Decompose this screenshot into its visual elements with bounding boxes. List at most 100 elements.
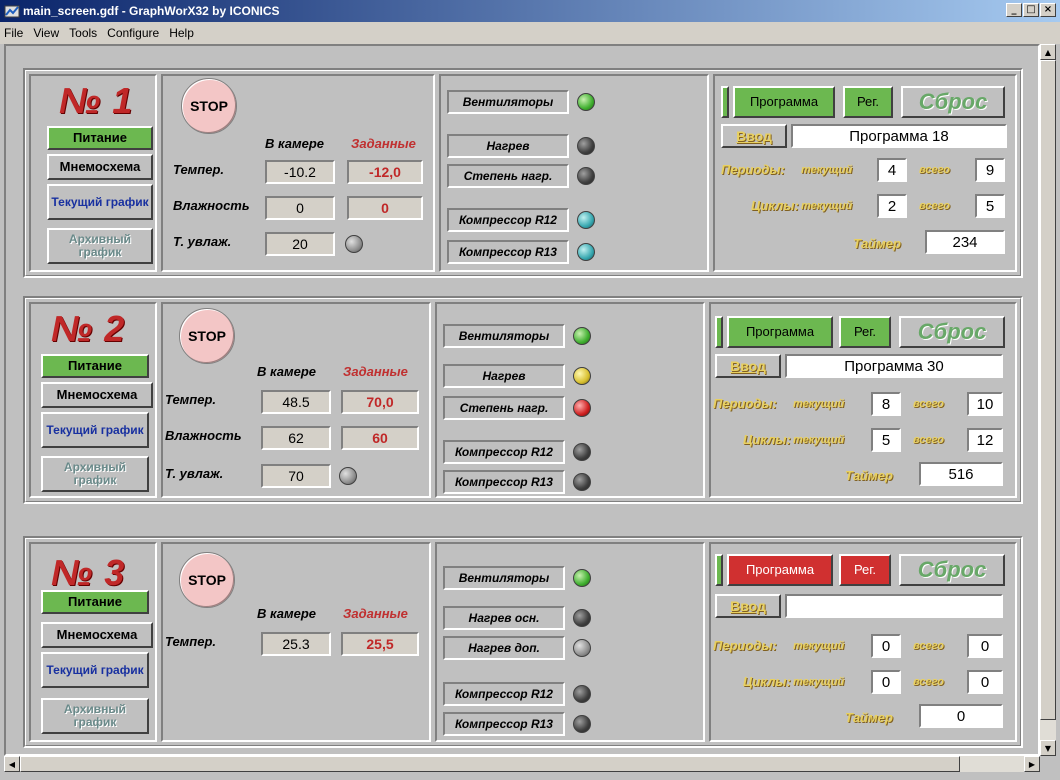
- program-button-1[interactable]: Программа: [733, 86, 835, 118]
- in-chamber-label-2: В камере: [257, 364, 316, 379]
- cycles-label-3: Циклы:: [743, 674, 791, 689]
- enter-button-3[interactable]: Ввод: [715, 594, 781, 618]
- power-button-2[interactable]: Питание: [41, 354, 149, 378]
- cycle-current-value-3[interactable]: 0: [871, 670, 901, 694]
- period-current-value-1[interactable]: 4: [877, 158, 907, 182]
- fans-label-3: Вентиляторы: [443, 566, 565, 590]
- periods-current-label-3: текущий: [793, 640, 845, 652]
- vertical-scroll-thumb[interactable]: [1040, 60, 1056, 720]
- menu-tools[interactable]: Tools: [69, 26, 97, 40]
- cycles-total-label-2: всего: [913, 434, 944, 446]
- chamber-panel-2: № 2 Питание Мнемосхема Текущий график Ар…: [23, 296, 1023, 504]
- archive-chart-button-3[interactable]: Архивный график: [41, 698, 149, 734]
- program-button-3[interactable]: Программа: [727, 554, 833, 586]
- program-status-strip-2: [715, 316, 723, 348]
- reg-button-2[interactable]: Рег.: [839, 316, 891, 348]
- archive-chart-button-2[interactable]: Архивный график: [41, 456, 149, 492]
- maximize-button[interactable]: □: [1023, 3, 1039, 17]
- cycle-current-value-2[interactable]: 5: [871, 428, 901, 452]
- period-total-value-1[interactable]: 9: [975, 158, 1005, 182]
- heat-degree-label-1: Степень нагр.: [447, 164, 569, 188]
- in-chamber-label-1: В камере: [265, 136, 324, 151]
- compressor-r13-label-1: Компрессор R13: [447, 240, 569, 264]
- program-name-field-1[interactable]: Программа 18: [791, 124, 1007, 148]
- vertical-scrollbar[interactable]: ▲ ▼: [1040, 44, 1056, 756]
- current-chart-button-2[interactable]: Текущий график: [41, 412, 149, 448]
- temp-label-3: Темпер.: [165, 634, 217, 649]
- chamber-number-1: № 1: [59, 80, 134, 121]
- mnemo-button-2[interactable]: Мнемосхема: [41, 382, 153, 408]
- power-button-3[interactable]: Питание: [41, 590, 149, 614]
- cycles-current-label-3: текущий: [793, 676, 845, 688]
- cycle-total-value-3[interactable]: 0: [967, 670, 1003, 694]
- reset-button-1[interactable]: Сброс: [901, 86, 1005, 118]
- scroll-down-button[interactable]: ▼: [1040, 740, 1056, 756]
- scroll-up-button[interactable]: ▲: [1040, 44, 1056, 60]
- temp-set-3: 25,5: [341, 632, 419, 656]
- compressor-r13-indicator-1: [577, 243, 595, 261]
- fans-indicator-2: [573, 327, 591, 345]
- in-chamber-label-3: В камере: [257, 606, 316, 621]
- timer-label-3: Таймер: [845, 710, 893, 725]
- heat-extra-label-3: Нагрев доп.: [443, 636, 565, 660]
- heating-label-2: Нагрев: [443, 364, 565, 388]
- menu-configure[interactable]: Configure: [107, 26, 159, 40]
- cycles-current-label-2: текущий: [793, 434, 845, 446]
- heat-main-label-3: Нагрев осн.: [443, 606, 565, 630]
- program-name-field-2[interactable]: Программа 30: [785, 354, 1003, 378]
- stop-button-2[interactable]: STOP: [179, 308, 235, 364]
- archive-chart-button-1[interactable]: Архивный график: [47, 228, 153, 264]
- t-humid-label-2: Т. увлаж.: [165, 466, 224, 481]
- compressor-r12-label-3: Компрессор R12: [443, 682, 565, 706]
- window-title: main_screen.gdf - GraphWorX32 by ICONICS: [23, 4, 280, 18]
- reset-button-3[interactable]: Сброс: [899, 554, 1005, 586]
- power-button-1[interactable]: Питание: [47, 126, 153, 150]
- stop-button-1[interactable]: STOP: [181, 78, 237, 134]
- program-name-field-3[interactable]: [785, 594, 1003, 618]
- humidity-label-1: Влажность: [173, 198, 250, 213]
- period-current-value-3[interactable]: 0: [871, 634, 901, 658]
- temp-actual-2: 48.5: [261, 390, 331, 414]
- enter-button-2[interactable]: Ввод: [715, 354, 781, 378]
- timer-value-3: 0: [919, 704, 1003, 728]
- reg-button-3[interactable]: Рег.: [839, 554, 891, 586]
- cycle-total-value-1[interactable]: 5: [975, 194, 1005, 218]
- period-total-value-2[interactable]: 10: [967, 392, 1003, 416]
- reg-button-1[interactable]: Рег.: [843, 86, 893, 118]
- enter-button-1[interactable]: Ввод: [721, 124, 787, 148]
- mnemo-button-1[interactable]: Мнемосхема: [47, 154, 153, 180]
- menu-file[interactable]: File: [4, 26, 23, 40]
- program-button-2[interactable]: Программа: [727, 316, 833, 348]
- stop-button-3[interactable]: STOP: [179, 552, 235, 608]
- cycle-current-value-1[interactable]: 2: [877, 194, 907, 218]
- scroll-left-button[interactable]: ◀: [4, 756, 20, 772]
- menu-view[interactable]: View: [33, 26, 59, 40]
- timer-value-1: 234: [925, 230, 1005, 254]
- current-chart-button-3[interactable]: Текущий график: [41, 652, 149, 688]
- timer-value-2: 516: [919, 462, 1003, 486]
- scroll-right-button[interactable]: ▶: [1024, 756, 1040, 772]
- humidifier-indicator-1: [345, 235, 363, 253]
- temp-label-2: Темпер.: [165, 392, 217, 407]
- horizontal-scroll-thumb[interactable]: [20, 756, 960, 772]
- humidity-actual-1: 0: [265, 196, 335, 220]
- close-button[interactable]: ×: [1040, 3, 1056, 17]
- menu-help[interactable]: Help: [169, 26, 194, 40]
- cycle-total-value-2[interactable]: 12: [967, 428, 1003, 452]
- timer-label-1: Таймер: [853, 236, 901, 251]
- reset-button-2[interactable]: Сброс: [899, 316, 1005, 348]
- heating-label-1: Нагрев: [447, 134, 569, 158]
- setpoints-label-1: Заданные: [351, 136, 416, 151]
- period-total-value-3[interactable]: 0: [967, 634, 1003, 658]
- current-chart-button-1[interactable]: Текущий график: [47, 184, 153, 220]
- horizontal-scrollbar[interactable]: ◀ ▶: [4, 756, 1040, 772]
- heating-indicator-1: [577, 137, 595, 155]
- minimize-button[interactable]: _: [1006, 3, 1022, 17]
- periods-total-label-1: всего: [919, 164, 950, 176]
- period-current-value-2[interactable]: 8: [871, 392, 901, 416]
- temp-actual-3: 25.3: [261, 632, 331, 656]
- heat-degree-indicator-2: [573, 399, 591, 417]
- mnemo-button-3[interactable]: Мнемосхема: [41, 622, 153, 648]
- temp-set-1: -12,0: [347, 160, 423, 184]
- humidity-label-2: Влажность: [165, 428, 242, 443]
